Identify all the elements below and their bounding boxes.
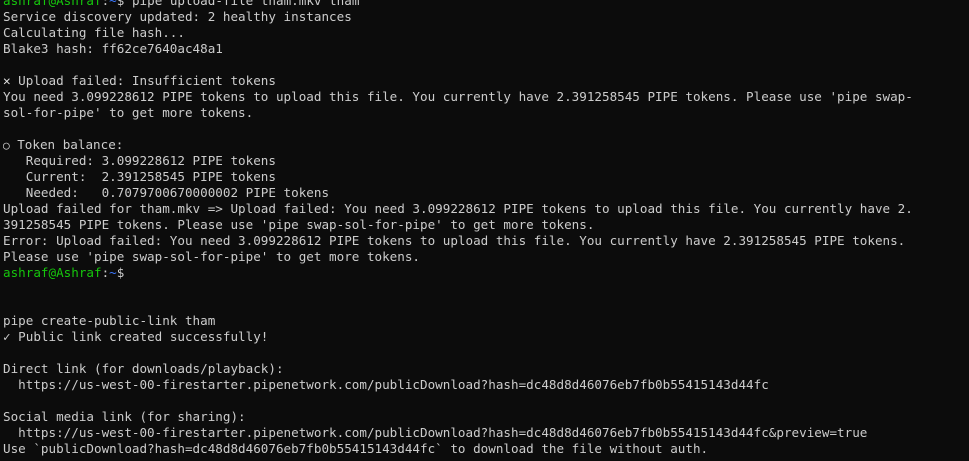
- prompt-user-host: ashraf@Ashraf: [3, 265, 102, 280]
- prompt-line: ashraf@Ashraf:~$: [3, 265, 969, 281]
- terminal-window[interactable]: ashraf@Ashraf:~$ pipe upload-file tham.m…: [0, 0, 969, 456]
- output-line: You need 3.099228612 PIPE tokens to uplo…: [3, 89, 913, 104]
- prompt-path: ~: [109, 0, 117, 8]
- output-line: Calculating file hash...: [3, 25, 185, 40]
- output-line: Required: 3.099228612 PIPE tokens: [3, 153, 276, 168]
- error-line: ✕ Upload failed: Insufficient tokens: [3, 73, 969, 89]
- command-text: pipe upload-file tham.mkv tham: [124, 0, 360, 8]
- output-line: Use `publicDownload?hash=dc48d8d46076eb7…: [3, 441, 709, 456]
- success-text: Public link created successfully!: [10, 329, 269, 344]
- money-bag-icon: ◯: [3, 139, 10, 152]
- command-line: pipe create-public-link tham: [3, 313, 216, 328]
- output-line: Blake3 hash: ff62ce7640ac48a1: [3, 41, 223, 56]
- token-balance-text: Token balance:: [9, 137, 124, 152]
- output-line: Needed: 0.7079700670000002 PIPE tokens: [3, 185, 330, 200]
- output-line: Please use 'pipe swap-sol-for-pipe' to g…: [3, 249, 421, 264]
- social-link[interactable]: https://us-west-00-firestarter.pipenetwo…: [3, 425, 969, 441]
- token-balance-header: ◯ Token balance:: [3, 137, 969, 153]
- output-line: 391258545 PIPE tokens. Please use 'pipe …: [3, 217, 595, 232]
- output-line: sol-for-pipe' to get more tokens.: [3, 105, 254, 120]
- output-line: Social media link (for sharing):: [3, 409, 246, 424]
- prompt-symbol: $: [116, 265, 125, 280]
- output-line: Direct link (for downloads/playback):: [3, 361, 284, 376]
- check-icon: ✓: [3, 329, 11, 344]
- prompt-user-host: ashraf@Ashraf: [3, 0, 102, 8]
- output-line: Current: 2.391258545 PIPE tokens: [3, 169, 276, 184]
- direct-link[interactable]: https://us-west-00-firestarter.pipenetwo…: [3, 377, 969, 393]
- output-line: Service discovery updated: 2 healthy ins…: [3, 9, 352, 24]
- error-text: Upload failed: Insufficient tokens: [10, 73, 276, 88]
- output-line: Error: Upload failed: You need 3.0992286…: [3, 233, 906, 248]
- command-line: ashraf@Ashraf:~$ pipe upload-file tham.m…: [3, 0, 969, 9]
- output-line: Upload failed for tham.mkv => Upload fai…: [3, 201, 913, 216]
- success-line: ✓ Public link created successfully!: [3, 329, 969, 345]
- error-x-icon: ✕: [3, 73, 11, 88]
- prompt-path: ~: [109, 265, 117, 280]
